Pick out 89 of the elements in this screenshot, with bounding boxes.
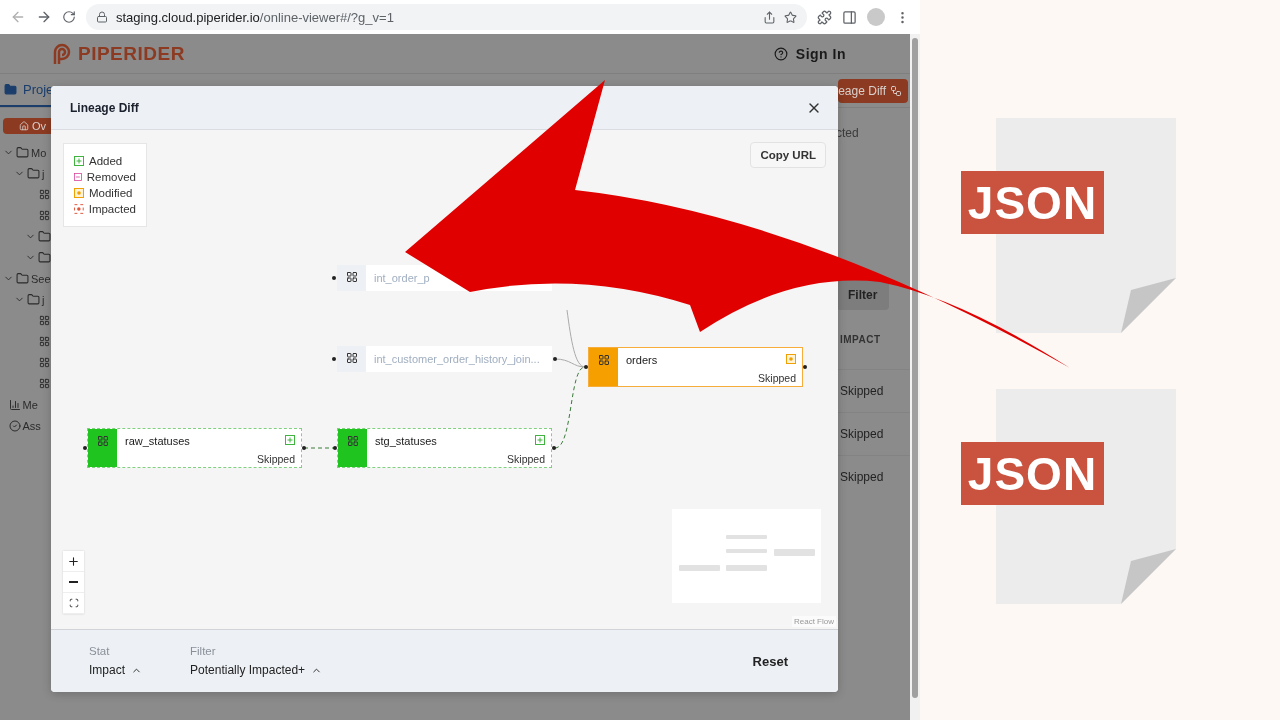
attribution-link[interactable]: React Flow: [792, 616, 836, 627]
minus-icon: [69, 581, 78, 583]
logo-text: PIPERIDER: [78, 42, 185, 65]
fit-view-icon: [68, 598, 79, 608]
sidebar-item[interactable]: Ass: [0, 415, 60, 436]
lock-icon: [96, 11, 108, 23]
grid-icon: [345, 271, 358, 283]
sidebar-item[interactable]: Mo: [0, 142, 60, 163]
address-bar[interactable]: staging.cloud.piperider.io/online-viewer#/?g_v=1: [86, 4, 807, 30]
file-type-label: JSON: [961, 442, 1104, 505]
node-status: Skipped: [507, 453, 545, 465]
grid-icon: [39, 315, 51, 326]
folder-icon: [4, 83, 17, 96]
stat-select[interactable]: Impact: [89, 663, 142, 677]
zoom-in-button[interactable]: [63, 551, 84, 572]
forward-icon[interactable]: [36, 9, 52, 25]
folder-icon: [38, 230, 51, 243]
fit-view-button[interactable]: [63, 593, 84, 614]
node-name: int_order_p: [374, 272, 430, 284]
node-status: Skipped: [257, 453, 295, 465]
folder-icon: [27, 293, 40, 306]
node-name: orders: [626, 354, 658, 366]
grid-icon: [96, 435, 109, 447]
plus-square-icon: [285, 435, 295, 445]
url-text: staging.cloud.piperider.io/online-viewer#/?g_v=1: [116, 9, 394, 25]
help-icon: [773, 46, 788, 61]
reload-icon[interactable]: [62, 10, 76, 24]
column-header: IMPACT: [839, 334, 881, 347]
connection-handle: [333, 446, 337, 450]
edge-line: [303, 447, 335, 449]
sidebar-item[interactable]: See: [0, 268, 60, 289]
puzzle-icon[interactable]: [817, 9, 832, 25]
sidebar-item[interactable]: j: [0, 163, 60, 184]
home-icon: [19, 121, 29, 131]
legend-label: Added: [89, 155, 123, 167]
sidebar-item[interactable]: Me: [0, 394, 60, 415]
file-type-label: JSON: [961, 171, 1104, 234]
legend-label: Modified: [89, 187, 133, 199]
connection-handle: [83, 446, 87, 450]
minus-square-icon: [74, 172, 82, 182]
grid-icon: [346, 435, 359, 447]
zoom-out-button[interactable]: [63, 572, 84, 593]
copy-url-button[interactable]: Copy URL: [750, 142, 826, 168]
legend-label: Impacted: [88, 203, 136, 215]
dialog-title: Lineage Diff: [70, 100, 139, 115]
grid-icon: [597, 354, 610, 366]
connection-handle: [584, 365, 588, 369]
plus-square-icon: [74, 156, 84, 166]
plus-square-icon: [535, 435, 545, 445]
grid-icon: [39, 336, 51, 347]
reset-button[interactable]: Reset: [746, 647, 794, 675]
lineage-icon: [890, 84, 902, 97]
sign-in-link[interactable]: Sign In: [795, 45, 846, 62]
dot-square-icon: [786, 354, 796, 364]
filter-label: Filter: [190, 645, 217, 657]
folder-icon: [16, 146, 29, 159]
sidebar-item[interactable]: j: [0, 289, 60, 310]
dot-square-icon: [74, 188, 84, 198]
connection-handle: [553, 357, 557, 361]
plus-icon: [67, 554, 80, 568]
node-name: stg_statuses: [375, 435, 437, 447]
lineage-diff-button[interactable]: eage Diff: [838, 78, 908, 103]
star-icon[interactable]: [784, 10, 797, 24]
sidebar-icon[interactable]: [842, 9, 857, 25]
connection-handle: [332, 357, 336, 361]
grid-icon: [39, 189, 51, 200]
chart-icon: [8, 398, 21, 411]
scrollbar-thumb[interactable]: [912, 38, 918, 698]
folder-icon: [38, 251, 51, 264]
target-icon: [74, 204, 84, 214]
grid-icon: [39, 357, 51, 368]
grid-icon: [345, 352, 358, 364]
node-name: raw_statuses: [125, 435, 190, 447]
grid-icon: [39, 378, 51, 389]
connection-handle: [552, 446, 556, 450]
connection-handle: [803, 365, 807, 369]
node-name: int_customer_order_history_join...: [374, 353, 540, 365]
check-circle-icon: [8, 419, 21, 432]
folder-icon: [16, 272, 29, 285]
node-status: Skipped: [758, 372, 796, 384]
filter-select[interactable]: Potentially Impacted+: [190, 663, 323, 677]
legend-label: Removed: [86, 171, 136, 183]
logo-icon: [52, 42, 72, 65]
connection-handle: [302, 446, 306, 450]
connection-handle: [332, 276, 336, 280]
share-icon[interactable]: [763, 10, 776, 24]
grid-icon: [39, 210, 51, 221]
stat-label: Stat: [89, 645, 111, 657]
folder-icon: [27, 167, 40, 180]
